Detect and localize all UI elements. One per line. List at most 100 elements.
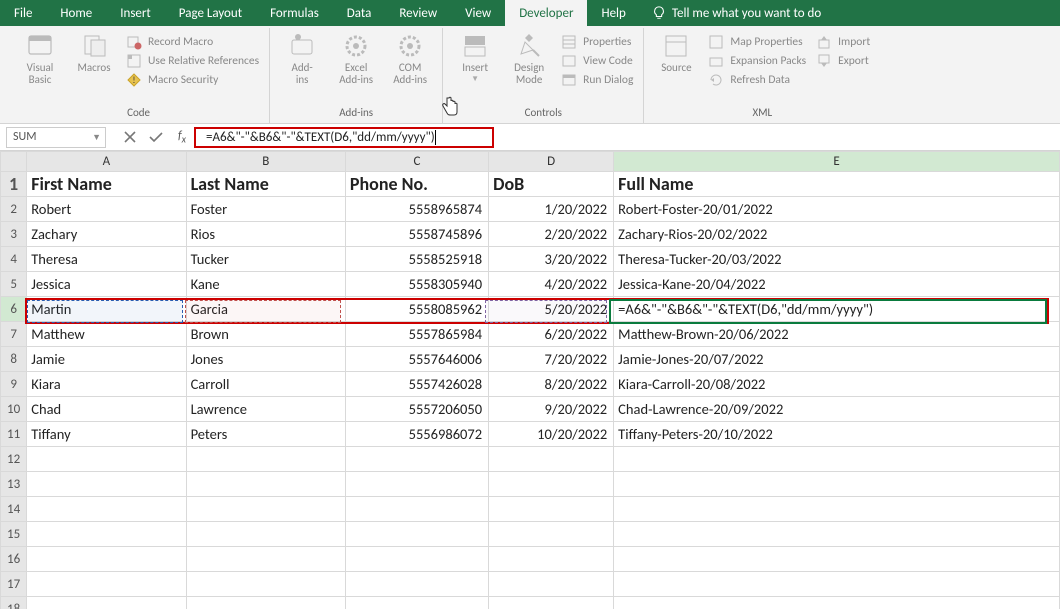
table-row[interactable]: 6MartinGarcia55580859625/20/2022=A6&"-"&… [1, 297, 1060, 322]
confirm-formula-button[interactable] [148, 129, 164, 145]
cell[interactable]: Matthew [27, 322, 186, 347]
table-row[interactable]: 12 [1, 447, 1060, 472]
row-header-17[interactable]: 17 [1, 572, 27, 597]
table-row[interactable]: 9KiaraCarroll55574260288/20/2022Kiara-Ca… [1, 372, 1060, 397]
cell[interactable]: Theresa [27, 247, 186, 272]
cell[interactable]: 6/20/2022 [489, 322, 614, 347]
row-header-7[interactable]: 7 [1, 322, 27, 347]
row-header-6[interactable]: 6 [1, 297, 27, 322]
cell[interactable]: Martin [27, 297, 186, 322]
col-header-e[interactable]: E [614, 152, 1060, 172]
row-header-16[interactable]: 16 [1, 547, 27, 572]
cell[interactable]: 9/20/2022 [489, 397, 614, 422]
cell[interactable]: Robert [27, 197, 186, 222]
cell[interactable]: Theresa-Tucker-20/03/2022 [614, 247, 1060, 272]
cell[interactable]: 5557646006 [345, 347, 488, 372]
cell[interactable]: 5556986072 [345, 422, 488, 447]
column-header-row[interactable]: ABCDE [1, 152, 1060, 172]
tab-formulas[interactable]: Formulas [256, 0, 333, 26]
header-cell[interactable]: First Name [27, 172, 186, 197]
macros-button[interactable]: Macros [72, 28, 116, 74]
properties-button[interactable]: Properties [561, 34, 633, 50]
row-header-2[interactable]: 2 [1, 197, 27, 222]
row-header-14[interactable]: 14 [1, 497, 27, 522]
record-macro-button[interactable]: Record Macro [126, 34, 259, 50]
cell[interactable]: Garcia [186, 297, 345, 322]
cell[interactable]: 7/20/2022 [489, 347, 614, 372]
refresh-data-button[interactable]: Refresh Data [708, 72, 806, 88]
tab-insert[interactable]: Insert [106, 0, 165, 26]
cell[interactable]: Tucker [186, 247, 345, 272]
table-row[interactable]: 14 [1, 497, 1060, 522]
cell[interactable]: 5557865984 [345, 322, 488, 347]
com-addins-button[interactable]: COMAdd-ins [388, 28, 432, 86]
cell[interactable]: 5558305940 [345, 272, 488, 297]
cell[interactable]: Zachary [27, 222, 186, 247]
cell[interactable]: 10/20/2022 [489, 422, 614, 447]
cell[interactable]: Foster [186, 197, 345, 222]
tab-file[interactable]: File [0, 0, 46, 26]
cell[interactable]: 5558745896 [345, 222, 488, 247]
spreadsheet-grid[interactable]: ABCDE 1First NameLast NamePhone No.DoBFu… [0, 151, 1060, 609]
row-header-12[interactable]: 12 [1, 447, 27, 472]
table-row[interactable]: 5JessicaKane55583059404/20/2022Jessica-K… [1, 272, 1060, 297]
row-header-11[interactable]: 11 [1, 422, 27, 447]
cell[interactable]: Kane [186, 272, 345, 297]
cell[interactable]: Chad [27, 397, 186, 422]
cell[interactable]: 5557426028 [345, 372, 488, 397]
header-cell[interactable]: Last Name [186, 172, 345, 197]
row-header-18[interactable]: 18 [1, 597, 27, 610]
cell[interactable]: Zachary-Rios-20/02/2022 [614, 222, 1060, 247]
cell[interactable]: Carroll [186, 372, 345, 397]
tab-developer[interactable]: Developer [505, 0, 587, 26]
tab-data[interactable]: Data [333, 0, 386, 26]
cell[interactable]: Matthew-Brown-20/06/2022 [614, 322, 1060, 347]
cell[interactable]: 4/20/2022 [489, 272, 614, 297]
row-header-3[interactable]: 3 [1, 222, 27, 247]
cell[interactable]: 5558085962 [345, 297, 488, 322]
cell[interactable]: 5558525918 [345, 247, 488, 272]
table-row[interactable]: 18 [1, 597, 1060, 610]
visual-basic-button[interactable]: VisualBasic [18, 28, 62, 86]
view-code-button[interactable]: View Code [561, 53, 633, 69]
cell[interactable]: Rios [186, 222, 345, 247]
cell[interactable]: Tiffany [27, 422, 186, 447]
row-header-10[interactable]: 10 [1, 397, 27, 422]
cell[interactable]: =A6&"-"&B6&"-"&TEXT(D6,"dd/mm/yyyy") [614, 297, 1060, 322]
use-relative-button[interactable]: Use Relative References [126, 53, 259, 69]
table-row[interactable]: 10ChadLawrence55572060509/20/2022Chad-La… [1, 397, 1060, 422]
row-header-1[interactable]: 1 [1, 172, 27, 197]
table-row[interactable]: 2RobertFoster55589658741/20/2022Robert-F… [1, 197, 1060, 222]
xml-export-button[interactable]: Export [816, 53, 870, 69]
tell-me-search[interactable]: Tell me what you want to do [652, 0, 821, 26]
cell[interactable]: Jamie-Jones-20/07/2022 [614, 347, 1060, 372]
row-header-13[interactable]: 13 [1, 472, 27, 497]
cancel-formula-button[interactable] [122, 129, 138, 145]
cell[interactable]: Jamie [27, 347, 186, 372]
col-header-d[interactable]: D [489, 152, 614, 172]
cell[interactable]: 5/20/2022 [489, 297, 614, 322]
table-row[interactable]: 3ZacharyRios55587458962/20/2022Zachary-R… [1, 222, 1060, 247]
table-row[interactable]: 11TiffanyPeters555698607210/20/2022Tiffa… [1, 422, 1060, 447]
cell[interactable]: Chad-Lawrence-20/09/2022 [614, 397, 1060, 422]
row-header-5[interactable]: 5 [1, 272, 27, 297]
row-header-4[interactable]: 4 [1, 247, 27, 272]
xml-import-button[interactable]: Import [816, 34, 870, 50]
xml-source-button[interactable]: Source [654, 28, 698, 74]
tab-page-layout[interactable]: Page Layout [165, 0, 256, 26]
cell[interactable]: Jessica [27, 272, 186, 297]
row-header-15[interactable]: 15 [1, 522, 27, 547]
cell[interactable]: Brown [186, 322, 345, 347]
expansion-packs-button[interactable]: Expansion Packs [708, 53, 806, 69]
tab-home[interactable]: Home [46, 0, 106, 26]
name-box[interactable]: SUM ▼ [6, 127, 106, 148]
table-row[interactable]: 8JamieJones55576460067/20/2022Jamie-Jone… [1, 347, 1060, 372]
cell[interactable]: 3/20/2022 [489, 247, 614, 272]
cell[interactable]: 5558965874 [345, 197, 488, 222]
table-row[interactable]: 7MatthewBrown55578659846/20/2022Matthew-… [1, 322, 1060, 347]
formula-input[interactable]: =A6&"-"&B6&"-"&TEXT(D6,"dd/mm/yyyy") [200, 128, 488, 147]
header-cell[interactable]: DoB [489, 172, 614, 197]
cell[interactable]: Kiara [27, 372, 186, 397]
cell[interactable]: Jessica-Kane-20/04/2022 [614, 272, 1060, 297]
row-header-9[interactable]: 9 [1, 372, 27, 397]
